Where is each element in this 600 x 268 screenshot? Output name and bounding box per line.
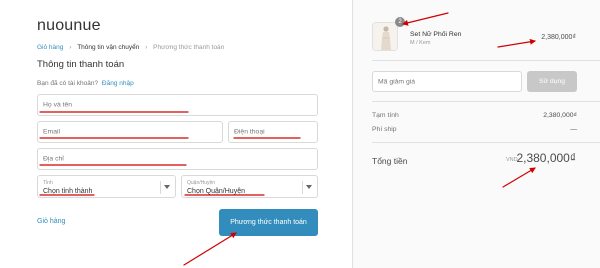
subtotal-value: 2,380,000₫ — [543, 112, 577, 119]
divider — [372, 142, 600, 143]
product-thumbnail — [372, 22, 398, 51]
chevron-right-icon: › — [145, 44, 148, 51]
address-placeholder: Địa chỉ — [43, 155, 64, 163]
divider — [372, 101, 600, 102]
product-name: Set Nữ Phối Ren — [410, 31, 462, 38]
breadcrumb-payment-method: Phương thức thanh toán — [153, 44, 225, 51]
select-divider — [160, 181, 161, 194]
product-price: 2,380,000₫ — [541, 34, 576, 41]
order-summary: 2 Set Nữ Phối Ren M / Kem 2,380,000₫ Mã … — [352, 0, 600, 268]
discount-code-input[interactable]: Mã giảm giá — [372, 71, 522, 92]
shipping-row: Phí ship — — [372, 126, 577, 133]
total-value: 2,380,000₫ — [516, 151, 576, 165]
total-label: Tổng tiền — [372, 156, 408, 166]
breadcrumb-shipping-info: Thông tin vận chuyển — [77, 44, 140, 51]
subtotal-label: Tạm tính — [372, 112, 399, 119]
shipping-value: — — [570, 126, 577, 133]
city-select[interactable]: Tỉnh Chọn tỉnh thành — [37, 175, 176, 198]
continue-to-payment-button[interactable]: Phương thức thanh toán — [219, 209, 318, 236]
email-placeholder: Email — [43, 128, 60, 136]
login-link[interactable]: Đăng nhập — [102, 80, 134, 87]
chevron-down-icon — [306, 185, 312, 189]
chevron-right-icon: › — [69, 44, 72, 51]
district-select-value: Chọn Quận/Huyện — [187, 188, 245, 195]
product-variant: M / Kem — [410, 40, 431, 46]
return-to-cart-link[interactable]: Giỏ hàng — [37, 218, 65, 225]
full-name-input[interactable]: Họ và tên — [37, 94, 318, 116]
quantity-badge: 2 — [395, 17, 405, 27]
apply-discount-button[interactable]: Sử dụng — [527, 71, 577, 92]
city-select-value: Chọn tỉnh thành — [43, 188, 93, 195]
breadcrumb: Giỏ hàng › Thông tin vận chuyển › Phương… — [37, 44, 224, 51]
section-title: Thông tin thanh toán — [37, 59, 125, 70]
product-image-icon — [373, 23, 397, 50]
city-select-label: Tỉnh — [43, 180, 53, 186]
checkout-main: nuounue Giỏ hàng › Thông tin vận chuyển … — [0, 0, 352, 268]
chevron-down-icon — [164, 185, 170, 189]
district-select-label: Quận/Huyện — [187, 180, 216, 186]
district-select[interactable]: Quận/Huyện Chọn Quận/Huyện — [181, 175, 318, 198]
subtotal-row: Tạm tính 2,380,000₫ — [372, 112, 577, 119]
breadcrumb-cart[interactable]: Giỏ hàng — [37, 44, 63, 51]
divider — [372, 60, 600, 61]
phone-placeholder: Điện thoại — [234, 128, 265, 136]
discount-code-placeholder: Mã giảm giá — [378, 78, 416, 85]
phone-input[interactable]: Điện thoại — [228, 121, 318, 143]
email-input[interactable]: Email — [37, 121, 223, 143]
login-prompt-text: Bạn đã có tài khoản? — [37, 80, 99, 87]
login-prompt: Bạn đã có tài khoản? Đăng nhập — [37, 80, 134, 87]
full-name-placeholder: Họ và tên — [43, 101, 73, 109]
shop-name[interactable]: nuounue — [37, 17, 101, 35]
address-input[interactable]: Địa chỉ — [37, 148, 318, 170]
select-divider — [302, 181, 303, 194]
shipping-label: Phí ship — [372, 126, 397, 133]
